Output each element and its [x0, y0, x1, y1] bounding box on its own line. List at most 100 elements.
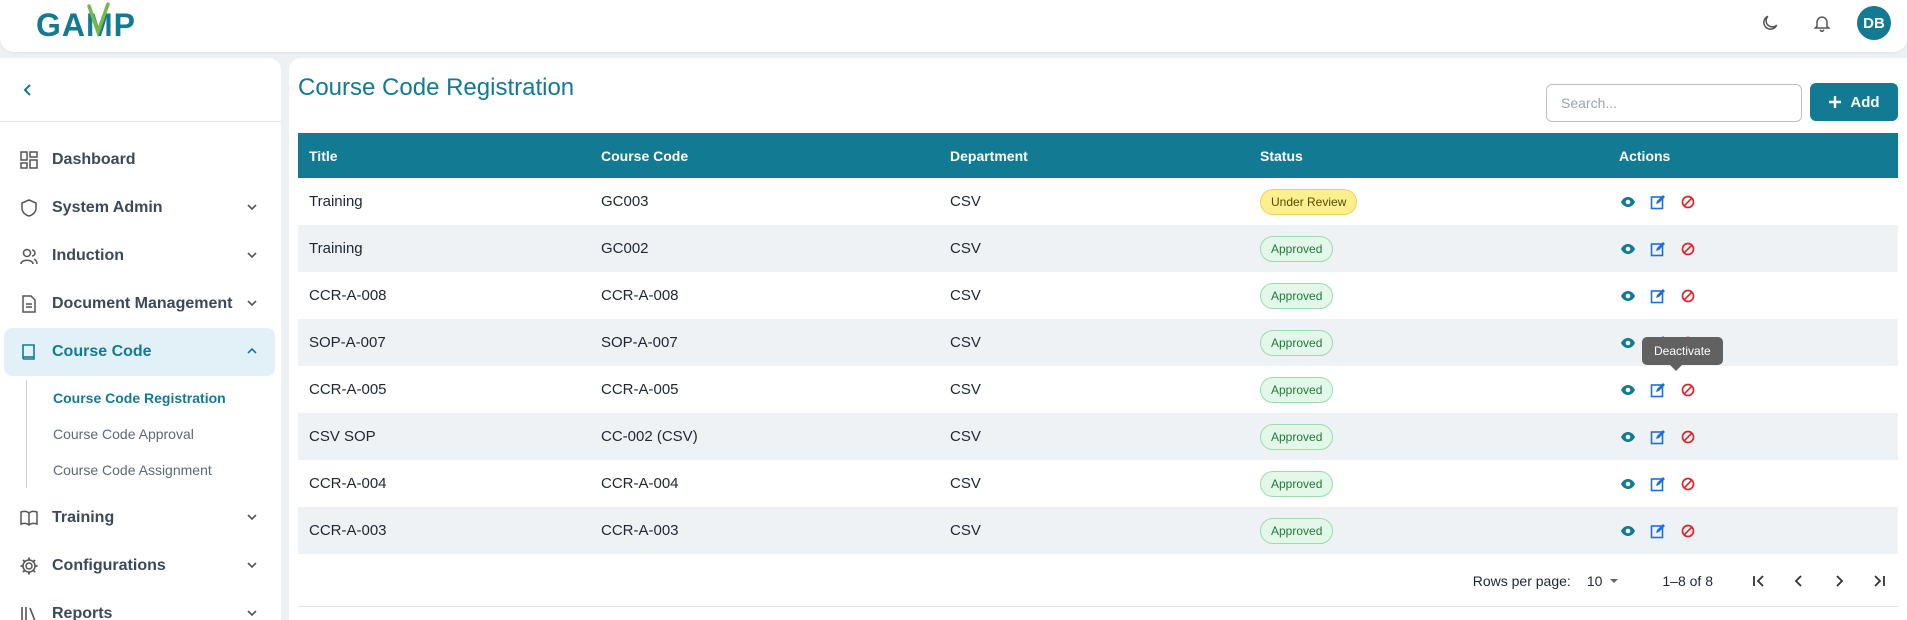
page-title: Course Code Registration [298, 74, 575, 101]
sidebar-item-system-admin[interactable]: System Admin [4, 184, 275, 232]
sidebar: Dashboard System Admin Induction Documen… [0, 58, 281, 620]
cell-title: SOP-A-007 [309, 334, 386, 351]
sidebar-item-label: Dashboard [52, 151, 136, 168]
deactivate-icon[interactable] [1679, 475, 1697, 493]
edit-icon[interactable] [1649, 287, 1667, 305]
deactivate-icon[interactable] [1679, 522, 1697, 540]
sidebar-item-configurations[interactable]: Configurations [4, 542, 275, 590]
sidebar-item-course-code[interactable]: Course Code [4, 328, 275, 376]
cell-course-code: CC-002 (CSV) [601, 428, 698, 445]
status-badge: Approved [1260, 376, 1334, 403]
cell-title: Training [309, 193, 363, 210]
gear-icon [18, 555, 40, 577]
chevron-up-icon [247, 347, 257, 354]
submenu-item-course-code-approval[interactable]: Course Code Approval [53, 416, 281, 452]
rows-per-page-select[interactable]: 10 [1587, 573, 1621, 589]
view-icon[interactable] [1619, 287, 1637, 305]
cell-status: Approved [1249, 225, 1608, 272]
cell-course-code: CCR-A-003 [601, 522, 679, 539]
sidebar-item-dashboard[interactable]: Dashboard [4, 136, 275, 184]
table-row: CCR-A-004 CCR-A-004 CSV Approved [298, 460, 1898, 507]
deactivate-icon[interactable] [1679, 240, 1697, 258]
sidebar-item-induction[interactable]: Induction [4, 232, 275, 280]
cell-course-code: GC003 [601, 193, 649, 210]
chevron-down-icon [247, 562, 257, 569]
gamp-logo[interactable]: GAMP [36, 2, 156, 46]
cell-actions [1608, 413, 1898, 460]
chevron-right-icon [1836, 575, 1844, 587]
deactivate-tooltip: Deactivate [1642, 337, 1723, 371]
user-avatar[interactable]: DB [1857, 6, 1891, 40]
rows-per-page-value: 10 [1586, 573, 1603, 589]
main-panel: Course Code Registration Add Title Cours… [289, 58, 1907, 620]
cell-department: CSV [950, 334, 981, 351]
last-page-button[interactable] [1859, 563, 1899, 599]
column-header-course-code[interactable]: Course Code [590, 133, 939, 178]
status-badge: Approved [1260, 282, 1334, 309]
view-icon[interactable] [1619, 334, 1637, 352]
cell-actions [1608, 460, 1898, 507]
dropdown-caret-icon [1610, 579, 1619, 583]
open-book-icon [18, 507, 40, 529]
view-icon[interactable] [1619, 522, 1637, 540]
cell-title: CCR-A-004 [309, 475, 387, 492]
deactivate-icon[interactable] [1679, 193, 1697, 211]
deactivate-icon[interactable] [1679, 287, 1697, 305]
view-icon[interactable] [1619, 428, 1637, 446]
edit-icon[interactable] [1649, 428, 1667, 446]
edit-icon[interactable] [1649, 522, 1667, 540]
submenu-item-course-code-assignment[interactable]: Course Code Assignment [53, 452, 281, 488]
sidebar-item-label: Induction [52, 247, 124, 264]
edit-icon[interactable] [1649, 240, 1667, 258]
sidebar-item-document-management[interactable]: Document Management [4, 280, 275, 328]
rows-per-page-label: Rows per page: [1472, 573, 1571, 589]
status-badge: Approved [1260, 517, 1334, 544]
cell-department: CSV [950, 240, 981, 257]
add-button-label: Add [1850, 93, 1880, 111]
column-header-actions: Actions [1619, 147, 1671, 164]
cell-status: Approved [1249, 413, 1608, 460]
first-page-button[interactable] [1739, 563, 1779, 599]
view-icon[interactable] [1619, 240, 1637, 258]
previous-page-button[interactable] [1779, 563, 1819, 599]
sidebar-item-label: Configurations [52, 557, 166, 574]
cell-department: CSV [950, 522, 981, 539]
sidebar-item-reports[interactable]: Reports [4, 590, 275, 620]
chevron-down-icon [247, 300, 257, 307]
first-page-icon [1753, 575, 1764, 587]
next-page-button[interactable] [1819, 563, 1859, 599]
edit-icon[interactable] [1649, 475, 1667, 493]
table-row: Training GC002 CSV Approved [298, 225, 1898, 272]
edit-icon[interactable] [1649, 193, 1667, 211]
status-badge: Approved [1260, 423, 1334, 450]
table-row: CCR-A-008 CCR-A-008 CSV Approved [298, 272, 1898, 319]
column-header-status[interactable]: Status [1249, 133, 1608, 178]
chevron-left-icon [23, 83, 31, 96]
dark-mode-icon[interactable] [1753, 6, 1787, 40]
cell-status: Approved [1249, 507, 1608, 554]
cell-status: Approved [1249, 319, 1608, 366]
deactivate-icon[interactable] [1679, 381, 1697, 399]
pagination: Rows per page: 10 1–8 of 8 [289, 561, 1899, 601]
sidebar-collapse-button[interactable] [0, 58, 281, 122]
cell-course-code: SOP-A-007 [601, 334, 678, 351]
submenu-item-course-code-registration[interactable]: Course Code Registration [53, 380, 281, 416]
cell-department: CSV [950, 287, 981, 304]
deactivate-icon[interactable] [1679, 428, 1697, 446]
status-badge: Approved [1260, 235, 1334, 262]
column-header-title[interactable]: Title [298, 133, 590, 178]
add-button[interactable]: Add [1810, 83, 1898, 121]
table-row: Training GC003 CSV Under Review [298, 178, 1898, 225]
sidebar-item-training[interactable]: Training [4, 494, 275, 542]
plus-icon [1829, 96, 1842, 108]
shield-icon [18, 197, 40, 219]
column-header-department[interactable]: Department [939, 133, 1249, 178]
search-input[interactable] [1546, 84, 1802, 122]
cell-department: CSV [950, 381, 981, 398]
view-icon[interactable] [1619, 193, 1637, 211]
view-icon[interactable] [1619, 475, 1637, 493]
notification-bell-icon[interactable] [1805, 6, 1839, 40]
view-icon[interactable] [1619, 381, 1637, 399]
status-badge: Approved [1260, 329, 1334, 356]
edit-icon[interactable] [1649, 381, 1667, 399]
